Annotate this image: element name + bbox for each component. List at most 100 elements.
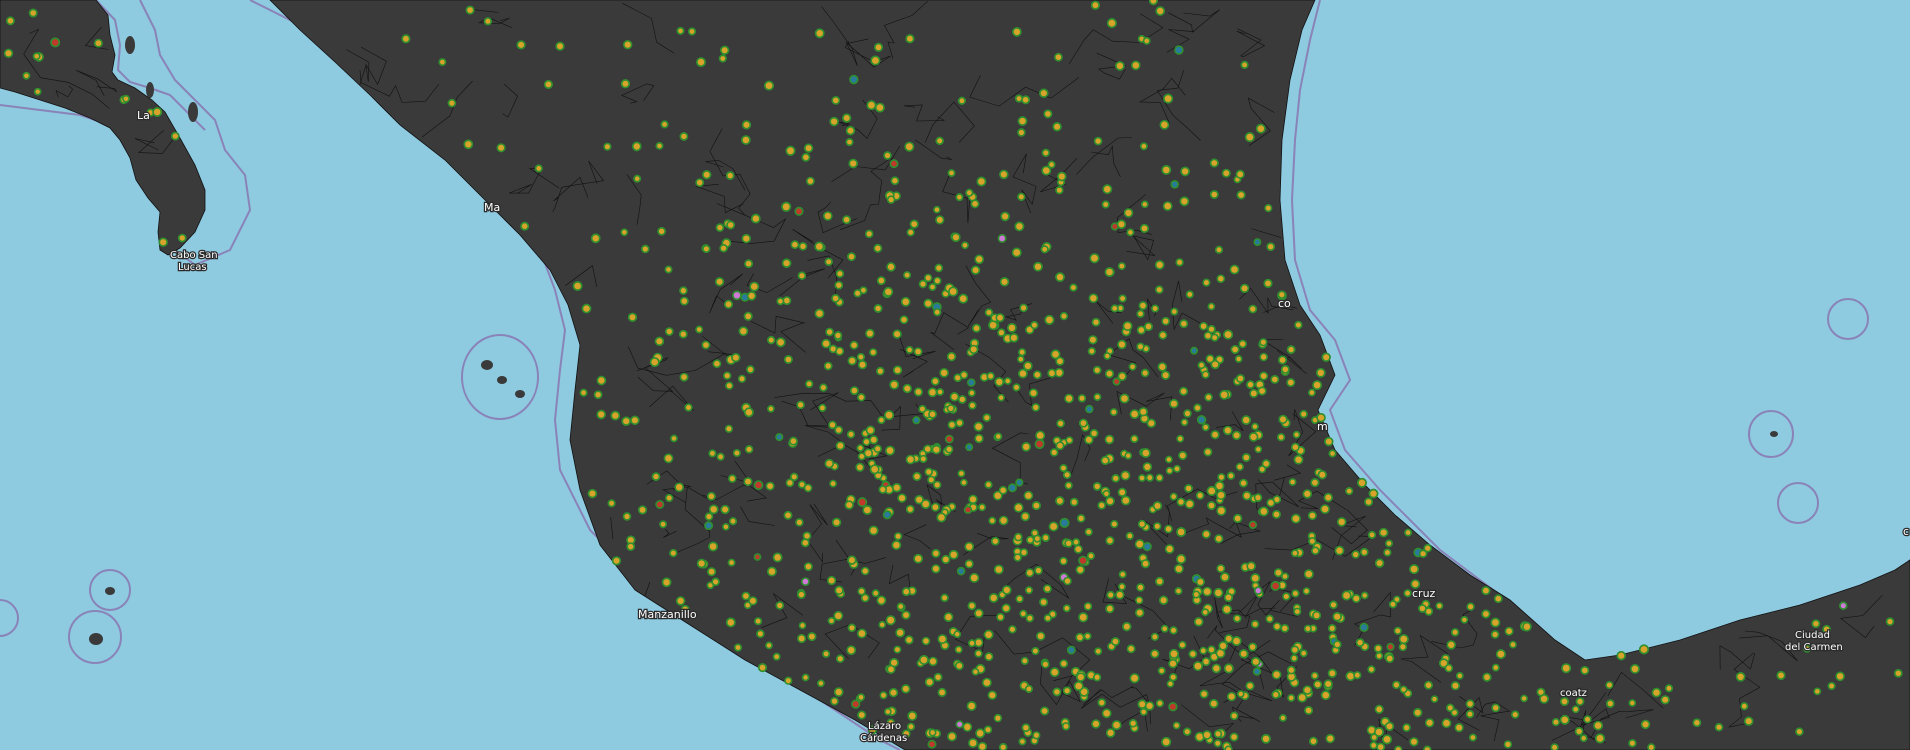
map-point-marker[interactable]: [1209, 190, 1219, 199]
map-point-marker[interactable]: [956, 566, 966, 576]
map-point-marker[interactable]: [974, 254, 985, 265]
map-point-marker[interactable]: [1291, 589, 1300, 598]
map-point-marker[interactable]: [1651, 687, 1662, 698]
map-point-marker[interactable]: [1090, 0, 1100, 10]
map-point-marker[interactable]: [889, 379, 900, 390]
map-point-marker[interactable]: [1209, 158, 1219, 168]
map-point-marker[interactable]: [1226, 471, 1235, 480]
map-point-marker[interactable]: [797, 590, 806, 599]
map-point-marker[interactable]: [1226, 691, 1237, 702]
map-point-marker[interactable]: [744, 259, 753, 269]
map-point-marker[interactable]: [1084, 435, 1094, 445]
map-point-marker[interactable]: [868, 525, 879, 536]
map-point-marker[interactable]: [978, 503, 986, 512]
map-point-marker[interactable]: [744, 407, 754, 418]
map-point-marker[interactable]: [1052, 687, 1062, 697]
map-point-marker[interactable]: [1021, 441, 1031, 452]
map-point-marker[interactable]: [1398, 642, 1408, 652]
map-point-marker[interactable]: [878, 485, 887, 494]
map-point-marker[interactable]: [664, 265, 673, 274]
map-point-marker[interactable]: [862, 505, 873, 515]
map-point-marker[interactable]: [855, 462, 865, 472]
map-point-marker[interactable]: [818, 403, 827, 412]
map-point-marker[interactable]: [965, 443, 974, 452]
map-point-marker[interactable]: [1003, 377, 1012, 385]
map-point-marker[interactable]: [962, 722, 973, 732]
map-point-marker[interactable]: [834, 425, 844, 435]
map-point-marker[interactable]: [933, 672, 943, 682]
map-point-marker[interactable]: [824, 257, 833, 267]
map-point-marker[interactable]: [1097, 501, 1106, 510]
map-point-marker[interactable]: [1304, 706, 1313, 715]
map-point-marker[interactable]: [1234, 355, 1243, 363]
map-point-marker[interactable]: [807, 632, 817, 642]
map-point-marker[interactable]: [651, 472, 661, 481]
map-point-marker[interactable]: [1795, 727, 1804, 736]
map-point-marker[interactable]: [1025, 568, 1035, 578]
map-point-marker[interactable]: [1209, 698, 1219, 709]
map-point-marker[interactable]: [1073, 544, 1083, 554]
map-point-marker[interactable]: [833, 331, 843, 340]
map-point-marker[interactable]: [726, 220, 735, 230]
map-point-marker[interactable]: [1102, 489, 1111, 498]
map-point-marker[interactable]: [1278, 414, 1288, 425]
map-point-marker[interactable]: [1384, 721, 1395, 732]
map-point-marker[interactable]: [1242, 491, 1252, 501]
map-point-marker[interactable]: [1104, 434, 1115, 445]
map-point-marker[interactable]: [1312, 610, 1322, 620]
map-point-marker[interactable]: [1210, 333, 1219, 342]
map-point-marker[interactable]: [1551, 717, 1560, 727]
map-point-marker[interactable]: [720, 45, 730, 55]
map-point-marker[interactable]: [785, 145, 796, 156]
map-point-marker[interactable]: [1299, 649, 1308, 658]
map-point-marker[interactable]: [1293, 607, 1302, 616]
map-point-marker[interactable]: [960, 478, 968, 487]
map-point-marker[interactable]: [984, 480, 993, 489]
map-point-marker[interactable]: [1160, 370, 1171, 380]
map-point-marker[interactable]: [955, 418, 964, 428]
map-point-marker[interactable]: [1193, 617, 1204, 627]
map-point-marker[interactable]: [1811, 619, 1821, 629]
map-point-marker[interactable]: [1078, 612, 1089, 623]
map-point-marker[interactable]: [664, 327, 674, 336]
map-point-marker[interactable]: [1052, 122, 1062, 132]
map-point-marker[interactable]: [767, 336, 776, 345]
map-point-marker[interactable]: [1061, 722, 1071, 731]
map-point-marker[interactable]: [1176, 527, 1186, 537]
map-point-marker[interactable]: [1302, 685, 1313, 695]
map-point-marker[interactable]: [1122, 321, 1133, 331]
map-point-marker[interactable]: [1403, 589, 1412, 598]
map-point-marker[interactable]: [1317, 470, 1327, 480]
map-point-marker[interactable]: [829, 116, 839, 127]
map-point-marker[interactable]: [1026, 535, 1035, 545]
map-point-marker[interactable]: [901, 610, 911, 620]
map-point-marker[interactable]: [1216, 490, 1226, 501]
map-point-marker[interactable]: [982, 413, 991, 422]
map-point-marker[interactable]: [822, 211, 833, 221]
map-point-marker[interactable]: [1374, 558, 1385, 568]
map-point-marker[interactable]: [884, 410, 895, 421]
map-point-marker[interactable]: [1276, 433, 1286, 442]
map-point-marker[interactable]: [1270, 581, 1281, 591]
map-point-marker[interactable]: [1254, 445, 1263, 454]
map-point-marker[interactable]: [1309, 736, 1318, 746]
map-point-marker[interactable]: [1224, 634, 1234, 644]
map-point-marker[interactable]: [848, 158, 858, 169]
map-point-marker[interactable]: [1041, 165, 1052, 176]
map-point-marker[interactable]: [1230, 344, 1240, 354]
map-point-marker[interactable]: [702, 244, 711, 253]
map-point-marker[interactable]: [931, 564, 941, 574]
map-point-marker[interactable]: [655, 141, 664, 150]
map-point-marker[interactable]: [1157, 362, 1168, 372]
map-point-marker[interactable]: [856, 352, 865, 361]
map-point-marker[interactable]: [994, 377, 1005, 387]
map-point-marker[interactable]: [649, 357, 660, 367]
map-point-marker[interactable]: [847, 623, 857, 632]
map-point-marker[interactable]: [1248, 520, 1257, 530]
map-point-marker[interactable]: [701, 340, 711, 350]
map-point-marker[interactable]: [845, 138, 854, 147]
map-point-marker[interactable]: [928, 409, 937, 419]
map-point-marker[interactable]: [957, 96, 966, 105]
map-point-marker[interactable]: [964, 559, 974, 569]
map-point-marker[interactable]: [1233, 513, 1243, 523]
